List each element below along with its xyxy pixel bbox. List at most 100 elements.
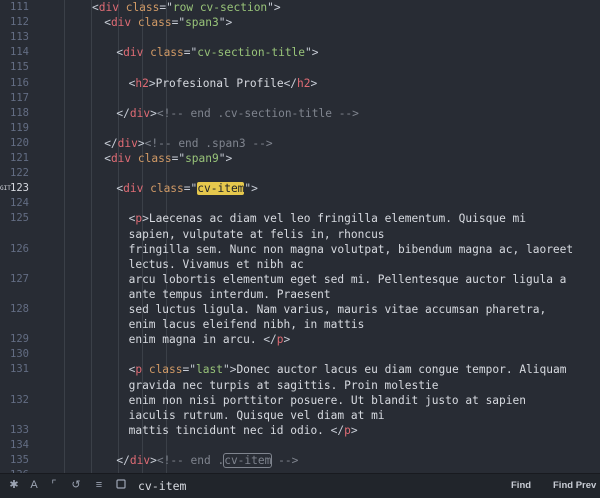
code-line[interactable]: 126 fringilla sem. Nunc non magna volutpa…: [0, 242, 600, 257]
code-token: ">: [305, 46, 319, 60]
code-line[interactable]: 114 <div class="cv-section-title">: [0, 45, 600, 60]
code-line[interactable]: 128 sed luctus ligula. Nam varius, mauris…: [0, 302, 600, 317]
checkbox-icon[interactable]: [115, 479, 127, 491]
whole-word-icon[interactable]: ≡: [93, 479, 105, 491]
code-line[interactable]: 127 arcu lobortis elementum eget sed mi. …: [0, 272, 600, 287]
line-number: 114: [10, 46, 29, 59]
code-line[interactable]: 130: [0, 347, 600, 362]
code-line[interactable]: 132 enim non nisi porttitor posuere. Ut b…: [0, 393, 600, 408]
code-line[interactable]: 116 <h2>Profesional Profile</h2>: [0, 76, 600, 91]
code-text: <p class="last">Donec auctor lacus eu di…: [129, 362, 567, 377]
selection-icon[interactable]: ⌜: [48, 479, 60, 491]
code-line[interactable]: 131 <p class="last">Donec auctor lacus eu…: [0, 362, 600, 377]
code-line[interactable]: 122: [0, 166, 600, 181]
code-token: mattis tincidunt nec id odio.: [128, 423, 331, 437]
code-token: gravida nec turpis at sagittis. Proin mo…: [128, 378, 439, 392]
code-token: span9: [185, 152, 219, 165]
line-number: 121: [10, 152, 29, 164]
code-line[interactable]: 124: [0, 196, 600, 211]
code-line[interactable]: 111 <div class="row cv-section">: [0, 0, 600, 15]
code-line[interactable]: 125 <p>Laecenas ac diam vel leo fringilla…: [0, 211, 600, 226]
code-text: </div><!-- end .cv-section-title -->: [116, 106, 359, 121]
code-line[interactable]: 112 <div class="span3">: [0, 15, 600, 30]
code-text: <div class="span3">: [104, 15, 232, 30]
code-line[interactable]: 115: [0, 60, 600, 75]
line-number: 129: [10, 333, 29, 346]
code-editor[interactable]: 111 <div class="row cv-section"> 112 <div c…: [0, 0, 600, 473]
wrap-icon[interactable]: ↺: [70, 479, 82, 491]
code-line[interactable]: lectus. Vivamus et nibh ac: [0, 257, 600, 272]
code-line[interactable]: 113: [0, 30, 600, 45]
line-number: 131: [10, 363, 29, 376]
find-button[interactable]: Find: [511, 480, 531, 492]
code-text: <h2>Profesional Profile</h2>: [129, 76, 318, 91]
code-token: div: [123, 46, 144, 60]
code-token: lectus. Vivamus et nibh ac: [128, 257, 304, 271]
code-token: =": [171, 152, 186, 165]
code-line[interactable]: sapien, vulputate at felis in, rhoncus: [0, 227, 600, 242]
line-number: 116: [10, 76, 29, 89]
code-token: <: [104, 16, 111, 30]
code-token: div: [110, 16, 132, 30]
code-token: Profesional Profile: [155, 76, 284, 90]
code-token: p: [344, 423, 351, 437]
code-token: div: [117, 136, 138, 150]
code-token: </: [116, 454, 130, 467]
code-line[interactable]: iaculis rutrum. Quisque vel diam at mi: [0, 408, 600, 423]
case-sensitive-icon[interactable]: A: [28, 479, 40, 491]
code-line[interactable]: 117: [0, 91, 600, 106]
code-token: </: [330, 423, 345, 437]
code-text: ante tempus interdum. Praesent: [129, 287, 331, 302]
code-token: </: [283, 76, 298, 90]
code-token: h2: [135, 76, 149, 90]
code-token: >: [283, 333, 291, 347]
find-bar: ✱ A ⌜ ↺ ≡ cv-item Find Find Prev: [0, 473, 600, 498]
code-text: enim non nisi porttitor posuere. Ut blan…: [129, 393, 526, 408]
code-text: mattis tincidunt nec id odio. </p>: [129, 423, 358, 438]
line-number: 127: [10, 272, 29, 285]
code-token: ante tempus interdum. Praesent: [128, 287, 331, 301]
code-token: div: [98, 1, 119, 14]
code-text: <div class="cv-item">: [116, 181, 258, 196]
code-token: >: [310, 76, 318, 90]
code-text: sed luctus ligula. Nam varius, mauris vi…: [129, 302, 547, 317]
code-token: fringilla sem. Nunc non magna volutpat, …: [128, 242, 574, 256]
code-token: span3: [185, 16, 219, 30]
code-token: last: [196, 363, 223, 377]
code-text: fringilla sem. Nunc non magna volutpat, …: [129, 242, 574, 257]
line-number: 134: [10, 438, 29, 451]
code-text: sapien, vulputate at felis in, rhoncus: [129, 227, 385, 242]
code-token: sed luctus ligula. Nam varius, mauris vi…: [128, 303, 547, 316]
code-line[interactable]: 119: [0, 121, 600, 136]
code-text: enim magna in arcu. </p>: [129, 332, 291, 347]
code-line[interactable]: 133 mattis tincidunt nec id odio. </p>: [0, 423, 600, 438]
code-token: div: [110, 152, 132, 165]
code-line[interactable]: 120 </div><!-- end .span3 -->: [0, 136, 600, 151]
code-line[interactable]: 118 </div><!-- end .cv-section-title -->: [0, 106, 600, 121]
code-token: <: [104, 152, 111, 165]
line-number: 126: [10, 242, 29, 255]
code-token: >: [350, 423, 358, 437]
code-token: class: [118, 1, 160, 14]
code-line[interactable]: enim lacus eleifend nibh, in mattis: [0, 317, 600, 332]
code-line[interactable]: ante tempus interdum. Praesent: [0, 287, 600, 302]
code-token: </: [104, 136, 118, 150]
code-line[interactable]: 135 </div><!-- end .cv-item -->: [0, 453, 600, 468]
code-line[interactable]: 123 <div class="cv-item">: [0, 181, 600, 196]
code-line[interactable]: 129 enim magna in arcu. </p>: [0, 332, 600, 347]
code-token: iaculis rutrum. Quisque vel diam at mi: [128, 408, 385, 422]
line-number: 111: [10, 1, 29, 13]
line-number: 115: [10, 61, 29, 74]
code-token: -->: [271, 454, 299, 467]
code-line[interactable]: 134: [0, 438, 600, 453]
line-number: 112: [10, 16, 29, 29]
code-line[interactable]: 121 <div class="span9">: [0, 151, 600, 166]
code-token: class: [131, 152, 172, 165]
code-token: =": [159, 1, 173, 14]
regex-icon[interactable]: ✱: [8, 479, 20, 491]
line-number: 130: [10, 348, 29, 361]
code-text: </div><!-- end .cv-item -->: [116, 453, 298, 468]
find-prev-button[interactable]: Find Prev: [553, 480, 596, 492]
code-line[interactable]: gravida nec turpis at sagittis. Proin mo…: [0, 378, 600, 393]
search-input[interactable]: cv-item: [138, 478, 186, 494]
